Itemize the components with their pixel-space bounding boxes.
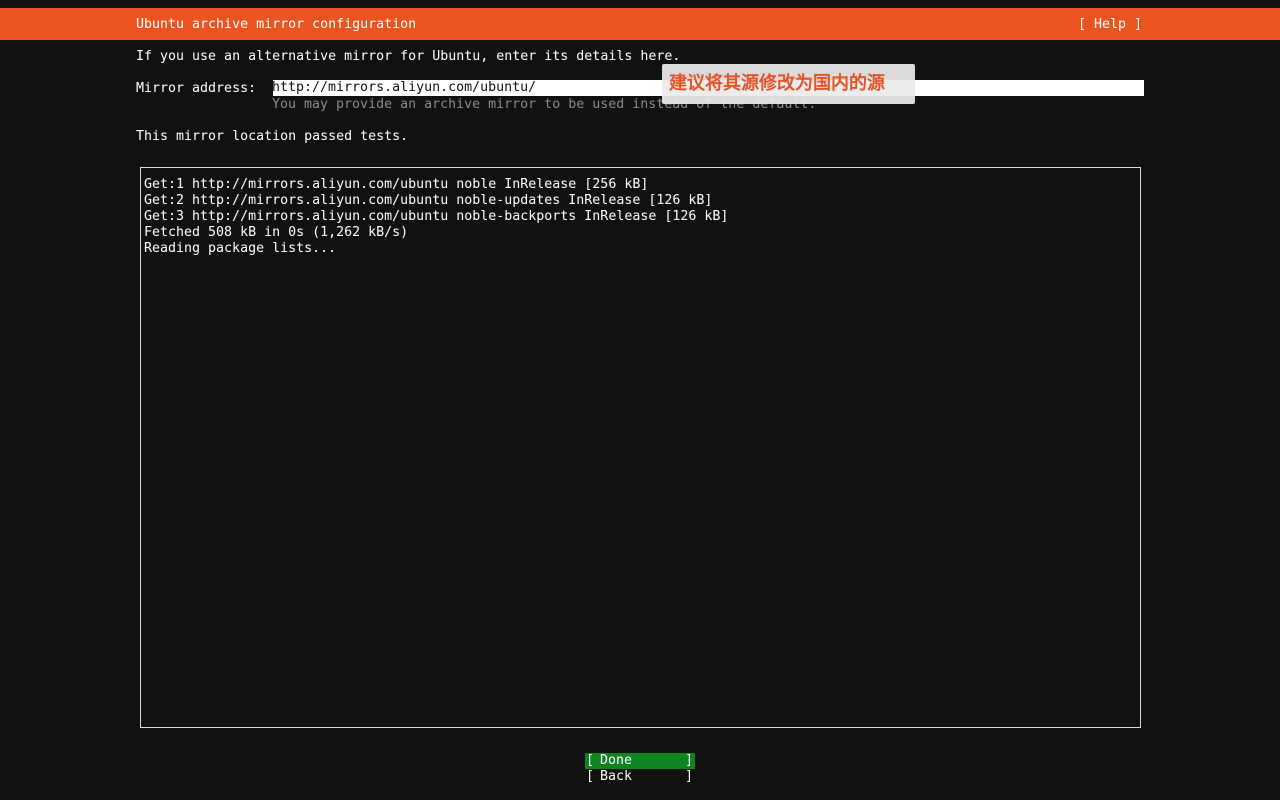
annotation-callout: 建议将其源修改为国内的源 [662, 64, 915, 104]
log-line: Reading package lists... [144, 241, 337, 256]
log-line: Get:2 http://mirrors.aliyun.com/ubuntu n… [144, 193, 713, 208]
text-cursor [272, 80, 273, 96]
mirror-test-status: This mirror location passed tests. [136, 129, 409, 144]
log-line: Get:3 http://mirrors.aliyun.com/ubuntu n… [144, 209, 729, 224]
intro-text: If you use an alternative mirror for Ubu… [136, 49, 681, 64]
done-button[interactable]: [ Done ] [585, 753, 695, 769]
page-title: Ubuntu archive mirror configuration [136, 17, 417, 32]
header-bar: Ubuntu archive mirror configuration [ He… [0, 8, 1280, 40]
help-button[interactable]: [ Help ] [1078, 16, 1142, 33]
bracket-right: ] [684, 753, 693, 768]
log-line: Get:1 http://mirrors.aliyun.com/ubuntu n… [144, 177, 649, 192]
bracket-left: [ [586, 753, 595, 768]
back-button-label: Back [600, 769, 633, 784]
mirror-address-value: http://mirrors.aliyun.com/ubuntu/ [272, 80, 537, 95]
apt-log-panel[interactable]: Get:1 http://mirrors.aliyun.com/ubuntu n… [140, 167, 1141, 728]
back-button[interactable]: [ Back ] [585, 769, 695, 785]
bracket-right: ] [684, 769, 693, 784]
mirror-address-label: Mirror address: [136, 81, 257, 96]
installer-screen: Ubuntu archive mirror configuration [ He… [0, 0, 1280, 800]
bracket-left: [ [586, 769, 595, 784]
log-line: Fetched 508 kB in 0s (1,262 kB/s) [144, 225, 409, 240]
done-button-label: Done [600, 753, 633, 768]
